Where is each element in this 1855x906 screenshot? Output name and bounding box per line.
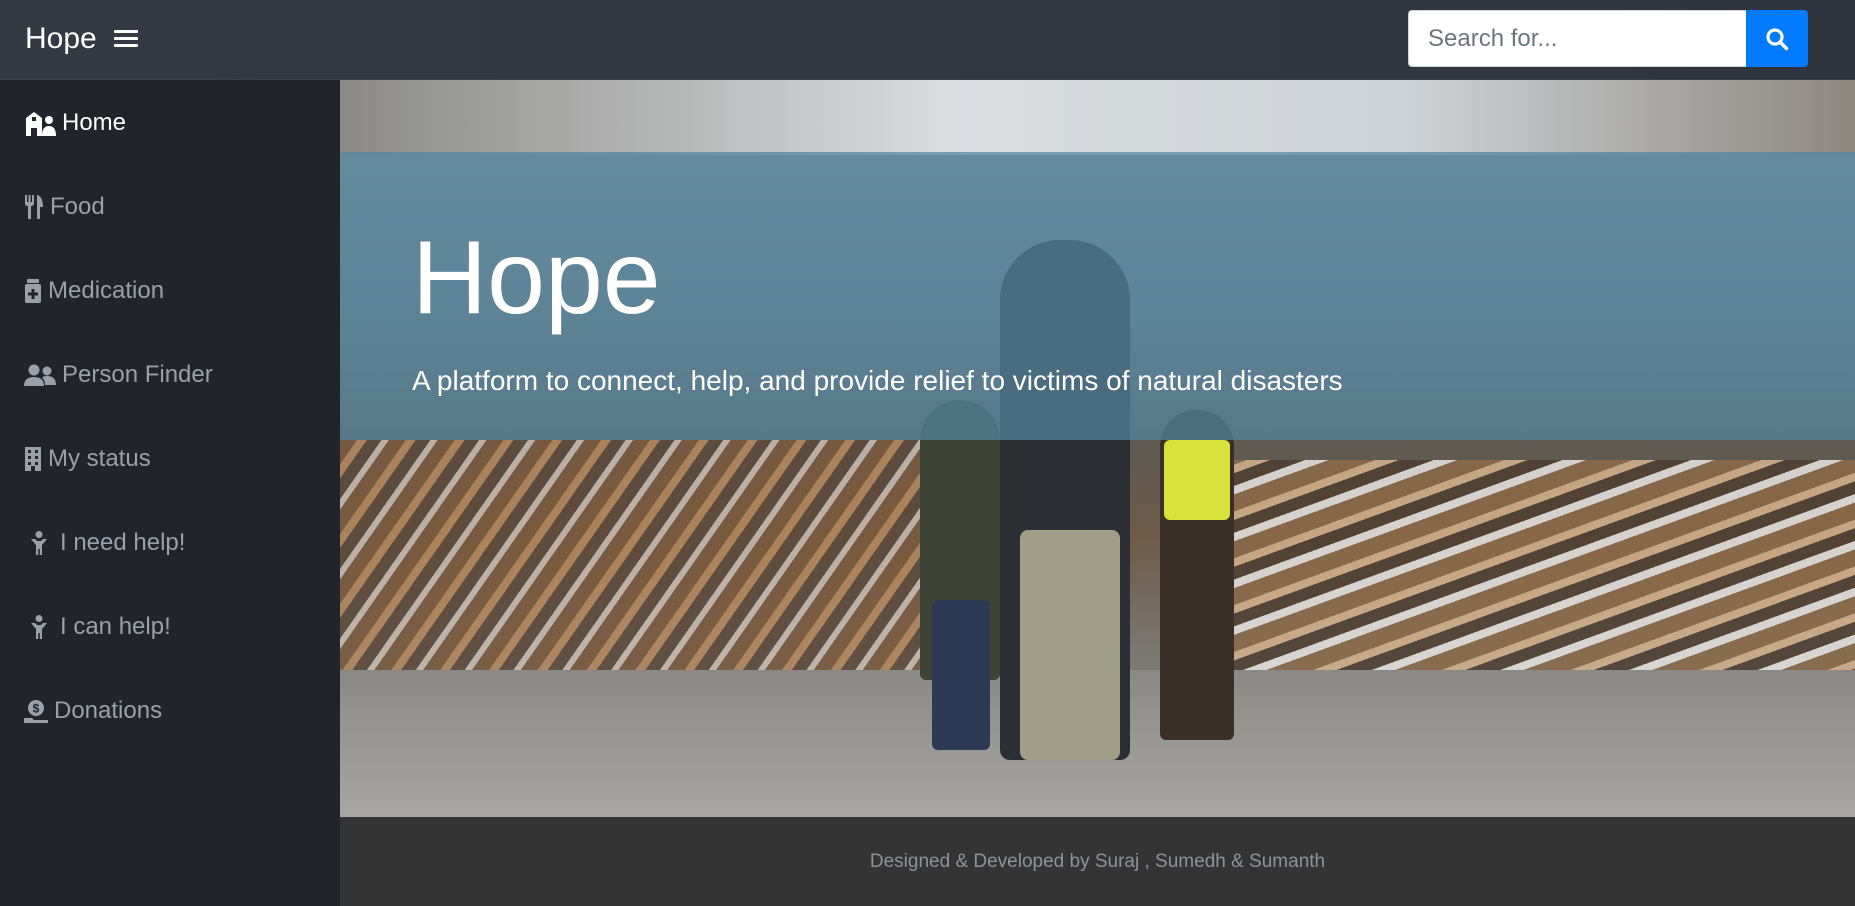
user-friends-icon <box>24 364 56 386</box>
sidebar-item-food[interactable]: Food <box>24 187 105 227</box>
sidebar-item-label: My status <box>48 445 151 472</box>
search-input[interactable] <box>1408 10 1746 67</box>
brand-logo[interactable]: Hope <box>25 20 97 58</box>
hand-holding-usd-icon: $ <box>24 699 48 723</box>
utensils-icon <box>24 195 44 219</box>
sidebar-item-label: Person Finder <box>62 361 213 388</box>
search-button[interactable] <box>1746 10 1808 67</box>
sidebar-item-can-help[interactable]: I can help! <box>24 607 171 647</box>
search-icon <box>1766 27 1789 50</box>
child-icon <box>24 531 54 555</box>
hero-background-image <box>340 80 1855 155</box>
sidebar-item-need-help[interactable]: I need help! <box>24 523 185 563</box>
sidebar-item-label: Medication <box>48 277 165 304</box>
hero-overlay: Hope A platform to connect, help, and pr… <box>340 152 1855 440</box>
sidebar: Home Food Medication Person Finder My st… <box>0 80 340 906</box>
top-navbar: Hope <box>0 0 1855 80</box>
child-icon <box>24 615 54 639</box>
sidebar-item-label: I need help! <box>60 529 186 556</box>
hero-subtitle: A platform to connect, help, and provide… <box>412 365 1343 396</box>
footer-credits: Designed & Developed by Suraj , Sumedh &… <box>869 850 1326 872</box>
hero-title: Hope <box>412 220 661 336</box>
sidebar-item-label: Food <box>50 193 105 220</box>
sidebar-item-medication[interactable]: Medication <box>24 271 164 311</box>
sidebar-item-donations[interactable]: $ Donations <box>24 691 162 731</box>
building-icon <box>24 447 42 471</box>
sidebar-item-label: I can help! <box>60 613 171 640</box>
menu-toggle-icon[interactable] <box>114 26 138 52</box>
sidebar-item-label: Home <box>62 109 127 136</box>
sidebar-item-person-finder[interactable]: Person Finder <box>24 355 213 395</box>
search-form <box>1408 10 1808 67</box>
sidebar-item-my-status[interactable]: My status <box>24 439 151 479</box>
sidebar-item-label: Donations <box>54 697 163 724</box>
footer: Designed & Developed by Suraj , Sumedh &… <box>340 817 1855 906</box>
hospital-user-icon <box>24 110 56 136</box>
sidebar-item-home[interactable]: Home <box>24 103 126 143</box>
medkit-icon <box>24 279 42 303</box>
hero-banner: Hope A platform to connect, help, and pr… <box>340 80 1855 817</box>
svg-text:$: $ <box>33 702 40 716</box>
